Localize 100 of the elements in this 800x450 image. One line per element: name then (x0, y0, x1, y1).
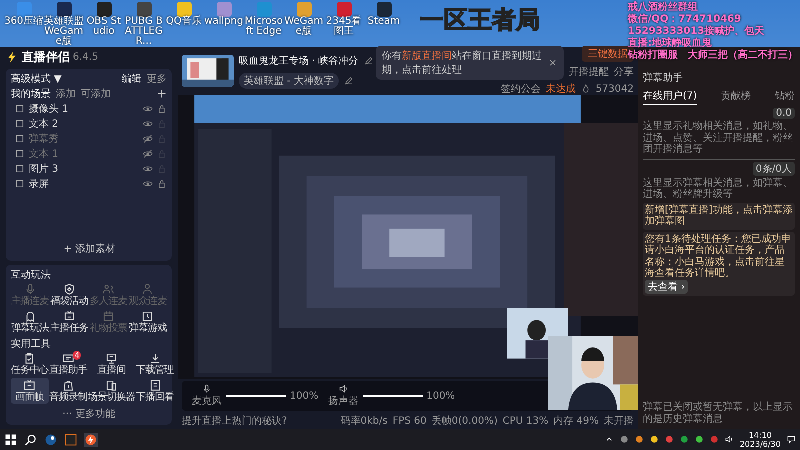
edit-link[interactable]: 编辑 (122, 72, 142, 86)
tool-button[interactable]: 场景切换器 (88, 378, 136, 404)
tool-button[interactable]: 直播助手 4 (50, 351, 88, 378)
status-stat: 码率0kb/s (340, 414, 388, 428)
clock-date[interactable]: 2023/6/30 (740, 440, 781, 449)
more-features-button[interactable]: ··· 更多功能 (11, 406, 167, 422)
windows-start-icon[interactable] (4, 432, 18, 447)
app-icon[interactable] (56, 2, 72, 17)
eye-icon[interactable] (143, 164, 153, 174)
guild-label[interactable]: 签约公会 (500, 82, 541, 96)
panel-tab[interactable]: 在线用户(7) (643, 88, 698, 105)
plus-icon[interactable] (157, 89, 167, 99)
panel-title: 弹幕助手 (643, 72, 684, 85)
square-app-icon[interactable] (64, 432, 78, 447)
overlay-text: 15293333013接喊护、包天 (628, 26, 766, 38)
tool-button[interactable]: 画面帧 (11, 378, 49, 404)
heat-count: 573042 (596, 84, 634, 94)
microphone-icon[interactable] (202, 384, 212, 394)
panel-tab[interactable]: 钻粉 (774, 88, 795, 105)
close-icon[interactable] (548, 58, 558, 68)
section-title: 实用工具 (11, 338, 52, 350)
notice-text: 您有1条待处理任务：您已成功申请小白海平台的认证任务，产品名称：小白马游戏，点击前往星海查看任务详情吧。 (645, 234, 792, 280)
category-tag[interactable]: 英雄联盟 - 大神数字 (239, 72, 339, 88)
volume-slider[interactable] (362, 395, 423, 398)
search-icon[interactable] (24, 432, 38, 447)
lock-icon[interactable] (157, 179, 167, 189)
overlay-text: 戒八酒粉丝群组 (628, 2, 699, 14)
document-icon (148, 379, 162, 392)
source-item[interactable]: 文本 2 (11, 117, 167, 131)
edit-icon[interactable] (344, 76, 354, 86)
speaker-icon[interactable] (338, 384, 349, 394)
add-scene-link[interactable]: 添加 (56, 87, 76, 101)
desktop-icon-label[interactable]: 360压缩 (4, 17, 44, 27)
app-icon[interactable] (376, 2, 392, 17)
calendar-icon (102, 310, 116, 324)
addable-link[interactable]: 可添加 (81, 87, 111, 101)
speaker-icon[interactable] (724, 435, 734, 444)
notification-icon[interactable] (787, 435, 796, 444)
source-item[interactable]: 摄像头 1 (11, 102, 167, 116)
eye-slash-icon[interactable] (143, 134, 153, 144)
desktop-icon-label[interactable]: wallpng (204, 17, 244, 27)
app-icon[interactable] (136, 2, 152, 17)
desktop-icon-label[interactable]: QQ音乐 (166, 17, 202, 27)
share-link[interactable]: 分享 (614, 65, 634, 79)
gift-note: 这里显示礼物相关消息，如礼物、进场、点赞、关注开播提醒，粉丝团开播消息等 (643, 121, 794, 156)
source-item[interactable]: 弹幕秀 (11, 132, 167, 146)
people-icon (102, 283, 116, 296)
tool-button[interactable]: 音频录制 (50, 378, 88, 404)
clock-time[interactable]: 14:10 (748, 430, 772, 440)
add-source-button[interactable]: 添加素材 (11, 240, 167, 258)
circle-app-icon[interactable] (44, 432, 58, 447)
desktop-icon-label[interactable]: OBS Studio (84, 17, 124, 37)
tool-button[interactable]: 下载管理 (136, 351, 174, 378)
view-button[interactable]: 去查看 › (645, 280, 688, 294)
source-item[interactable]: 文本 1 (11, 147, 167, 161)
notice-text: 新增[弹幕直播]功能，点击弹幕添加弹幕图 (645, 204, 793, 228)
desktop-icon-label[interactable]: Microsoft Edge (244, 17, 284, 37)
source-item[interactable]: 录屏 (11, 177, 167, 191)
person-icon (141, 283, 154, 296)
overlay-title: 一区王者局 (420, 5, 540, 36)
count-badge: 4 (72, 351, 82, 360)
lightning-app-icon[interactable] (84, 432, 98, 447)
desktop-icon-label[interactable]: WeGame版 (284, 17, 324, 37)
scene-tab[interactable]: 我的场景 (11, 87, 51, 101)
tool-button[interactable]: 下播回看 (136, 378, 174, 404)
feature-button[interactable]: 弹幕玩法 (11, 309, 50, 336)
feature-button[interactable]: 福袋活动 (50, 282, 88, 308)
desktop-icon-label[interactable]: 2345看图王 (324, 17, 364, 37)
status-stat: CPU 13% (502, 416, 549, 427)
footer-note: 弹幕已关闭或暂无弹幕，以上显示的是历史弹幕消息 (643, 402, 794, 426)
lock-icon[interactable] (157, 104, 167, 114)
eye-icon[interactable] (143, 179, 153, 189)
clock-icon (141, 310, 154, 324)
desktop-icon-label[interactable]: 英雄联盟WeGame版 (44, 17, 84, 47)
devices-icon (105, 379, 118, 392)
desktop-icon-label[interactable]: PUBG BATTLEGR... (124, 17, 164, 47)
audio-label: 扬声器 (328, 394, 359, 408)
mode-dropdown[interactable]: 高级模式 ▼ (11, 72, 62, 86)
more-link[interactable]: 更多 (147, 72, 167, 86)
remind-link[interactable]: 开播提醒 (569, 65, 609, 79)
source-item[interactable]: 图片 3 (11, 162, 167, 176)
edit-icon[interactable] (364, 56, 374, 66)
tool-button[interactable]: 任务中心 (11, 351, 49, 378)
eye-slash-icon[interactable] (143, 149, 153, 159)
audio-label: 麦克风 (192, 394, 222, 408)
panel-tab[interactable]: 贡献榜 (721, 88, 752, 105)
app-icon[interactable] (96, 2, 112, 17)
tool-button[interactable]: 直播间 (88, 351, 136, 378)
feature-button[interactable]: 弹幕游戏 (128, 309, 167, 336)
eye-icon[interactable] (143, 104, 153, 114)
desktop-icon-label[interactable]: Steam (368, 17, 400, 27)
overlay-text: 微信/QQ：774710469 (628, 14, 742, 25)
feature-button[interactable]: 主播任务 (50, 309, 88, 336)
volume-slider[interactable] (226, 395, 286, 398)
danmu-note: 这里显示弹幕相关消息，如弹幕、进场、粉丝牌升级等 (643, 178, 794, 200)
tip-link[interactable]: 提升直播上热门的秘诀? (182, 414, 288, 428)
eye-icon[interactable] (143, 119, 153, 129)
status-stat: 内存 49% (554, 414, 599, 428)
guild-status: 未达成 (546, 82, 576, 96)
status-stat: 丢帧0(0.00%) (432, 414, 498, 428)
